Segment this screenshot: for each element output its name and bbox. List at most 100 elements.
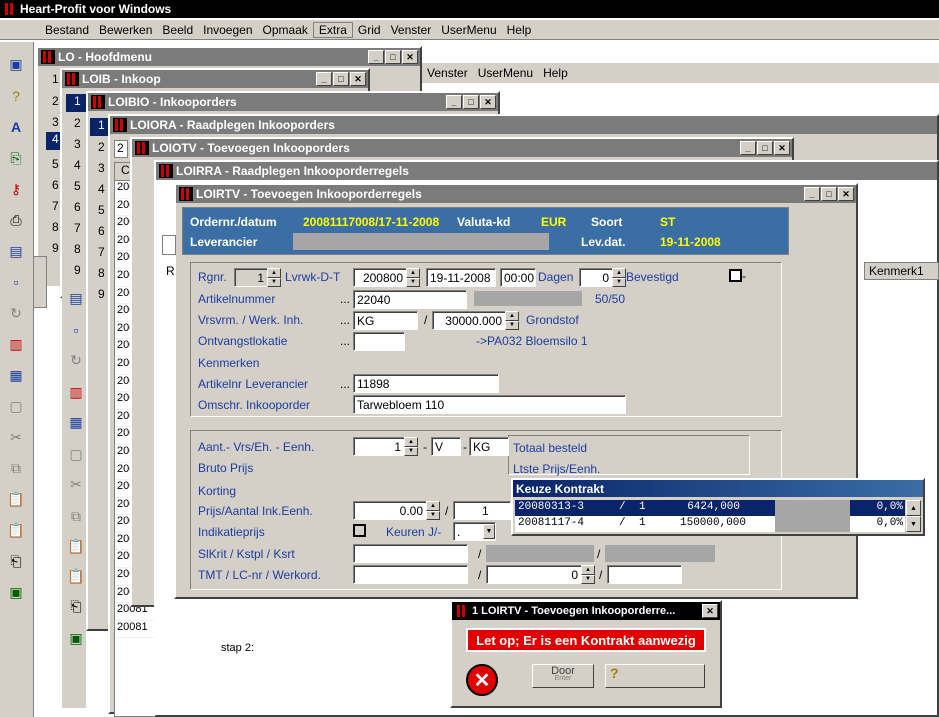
menu-venster[interactable]: Venster: [386, 23, 437, 37]
menu-bewerken[interactable]: Bewerken: [94, 23, 157, 37]
artikel-field[interactable]: 22040: [353, 290, 467, 309]
menu-number[interactable]: 7: [52, 199, 59, 213]
minimize-icon[interactable]: _: [446, 95, 462, 109]
monitor-icon[interactable]: ▣: [6, 582, 26, 602]
dots-icon[interactable]: ▫: [66, 320, 86, 340]
scroll-down-icon[interactable]: ▼: [906, 516, 921, 532]
menu-number[interactable]: 3: [52, 115, 59, 129]
menu-bestand[interactable]: Bestand: [40, 23, 94, 37]
import-icon[interactable]: ⎘: [6, 148, 26, 168]
print-icon[interactable]: ⎙: [6, 210, 26, 230]
menu-usermenu-2[interactable]: UserMenu: [473, 66, 538, 80]
close-icon[interactable]: ✕: [774, 141, 790, 155]
leverancier-field[interactable]: [293, 233, 549, 250]
menu-invoegen[interactable]: Invoegen: [198, 23, 257, 37]
window-icon[interactable]: ▢: [6, 396, 26, 416]
menu-opmaak[interactable]: Opmaak: [258, 23, 313, 37]
vrsvrm-field[interactable]: KG: [353, 311, 418, 330]
dagen-field[interactable]: 0: [579, 268, 613, 287]
rgnr-field[interactable]: 1: [234, 268, 268, 287]
menu-number[interactable]: 2: [52, 94, 59, 108]
close-icon[interactable]: ✕: [702, 604, 718, 618]
menu-number[interactable]: 9: [98, 287, 105, 301]
menu-number-selected[interactable]: 1: [66, 94, 86, 112]
vrs-field[interactable]: V: [431, 437, 461, 456]
cut-icon[interactable]: ✂: [66, 474, 86, 494]
screen-icon[interactable]: ▣: [6, 54, 26, 74]
cut-icon[interactable]: ✂: [6, 427, 26, 447]
maximize-icon[interactable]: □: [385, 50, 401, 64]
menu-number[interactable]: 9: [52, 241, 59, 255]
minimize-icon[interactable]: _: [316, 72, 332, 86]
menu-number[interactable]: 5: [52, 157, 59, 171]
scroll-up-icon[interactable]: ▲: [906, 500, 921, 516]
close-icon[interactable]: ✕: [402, 50, 418, 64]
close-icon[interactable]: ✕: [480, 95, 496, 109]
time-field[interactable]: 00:00: [500, 268, 536, 287]
maximize-icon[interactable]: □: [333, 72, 349, 86]
help-icon[interactable]: ?: [6, 86, 26, 106]
menu-number[interactable]: 7: [98, 245, 105, 259]
paste-icon[interactable]: 📋: [66, 536, 86, 556]
paste-special-icon[interactable]: 📋: [66, 566, 86, 586]
chart-icon[interactable]: ▦: [6, 365, 26, 385]
grid-row[interactable]: 20081: [115, 621, 159, 639]
maximize-icon[interactable]: □: [463, 95, 479, 109]
menu-number[interactable]: 6: [74, 200, 81, 214]
window-icon[interactable]: ▢: [66, 444, 86, 464]
minimize-icon[interactable]: _: [740, 141, 756, 155]
menu-number[interactable]: 7: [74, 221, 81, 235]
close-icon[interactable]: ✕: [838, 187, 854, 201]
tab-number[interactable]: 2: [114, 140, 128, 158]
menu-number[interactable]: 2: [74, 116, 81, 130]
lcnr-spinner[interactable]: ▲ ▼: [581, 565, 595, 584]
clipboard-icon[interactable]: ⎗: [66, 596, 86, 616]
chart-icon[interactable]: ▦: [66, 412, 86, 432]
minimize-icon[interactable]: _: [368, 50, 384, 64]
exit-icon[interactable]: ▥: [66, 382, 86, 402]
menu-number[interactable]: 4: [98, 182, 105, 196]
ontvang-field[interactable]: [353, 332, 405, 351]
kontrakt-row-selected[interactable]: 20080313-3 / 1 6424,000 0,0%: [515, 500, 905, 516]
paste-icon[interactable]: 📋: [6, 489, 26, 509]
lvrwk-field[interactable]: 200800: [353, 268, 407, 287]
menu-number[interactable]: 8: [74, 242, 81, 256]
menu-help[interactable]: Help: [502, 23, 537, 37]
form-icon[interactable]: ▤: [66, 288, 86, 308]
menu-number[interactable]: 6: [98, 224, 105, 238]
menu-extra[interactable]: Extra: [312, 21, 353, 38]
werk-inh-spinner[interactable]: ▲ ▼: [505, 311, 519, 330]
menu-usermenu[interactable]: UserMenu: [436, 23, 501, 37]
menu-number[interactable]: 2: [98, 140, 105, 154]
werk-inh-field[interactable]: 30000.000: [432, 311, 506, 330]
menu-help-2[interactable]: Help: [538, 66, 573, 80]
tmt-field[interactable]: [353, 565, 468, 584]
refresh-icon[interactable]: ↻: [66, 350, 86, 370]
menu-number[interactable]: 5: [74, 179, 81, 193]
paste-special-icon[interactable]: 📋: [6, 520, 26, 540]
clipboard-icon[interactable]: ⎗: [6, 551, 26, 571]
lvrwk-spinner[interactable]: ▲ ▼: [406, 268, 420, 287]
dagen-spinner[interactable]: ▲ ▼: [612, 268, 626, 287]
menu-number[interactable]: 8: [52, 220, 59, 234]
key-icon[interactable]: ⚷: [6, 179, 26, 199]
menu-number[interactable]: 4: [74, 158, 81, 172]
close-icon[interactable]: ✕: [350, 72, 366, 86]
font-icon[interactable]: A: [6, 117, 26, 137]
menu-beeld[interactable]: Beeld: [157, 23, 198, 37]
maximize-icon[interactable]: □: [821, 187, 837, 201]
kontrakt-row[interactable]: 20081117-4 / 1 150000,000 0,0%: [515, 516, 905, 532]
door-button[interactable]: Door Enter: [532, 664, 594, 688]
indicatie-checkbox[interactable]: [353, 524, 366, 537]
monitor-icon[interactable]: ▣: [66, 628, 86, 648]
grid-header-kenmerk1[interactable]: Kenmerk1: [864, 262, 939, 280]
omschr-field[interactable]: Tarwebloem 110: [353, 395, 626, 414]
menu-number[interactable]: 8: [98, 266, 105, 280]
keuren-dropdown-icon[interactable]: ▼: [483, 524, 495, 539]
aant-field[interactable]: 1: [353, 437, 405, 456]
eenh-field[interactable]: KG: [469, 437, 509, 456]
help-button[interactable]: ?: [605, 664, 705, 688]
menu-number[interactable]: 1: [52, 72, 59, 86]
maximize-icon[interactable]: □: [757, 141, 773, 155]
aant-spinner[interactable]: ▲ ▼: [404, 437, 418, 456]
